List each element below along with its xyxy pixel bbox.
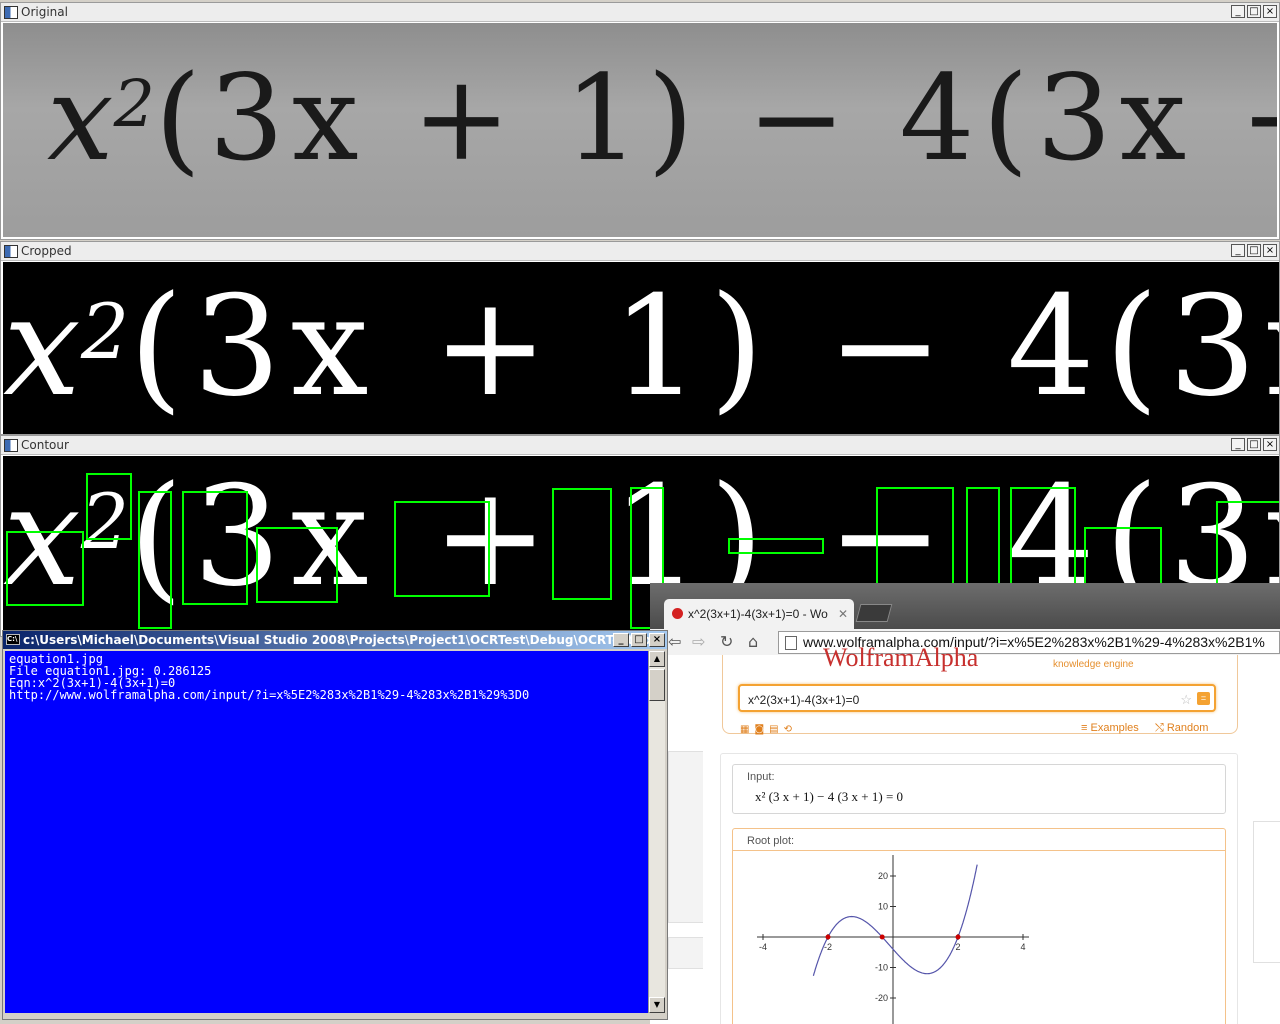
cropped-equation: x2(3x + 1) − 4(3x + [3,266,1279,427]
close-button[interactable]: × [1263,438,1277,451]
examples-link[interactable]: ≡ Examples [1081,722,1139,734]
maximize-button[interactable]: □ [1247,5,1261,18]
random-link[interactable]: ⤭ Random [1155,722,1208,735]
contour-box [6,531,84,606]
contour-window-titlebar[interactable]: Contour _ □ × [1,436,1279,455]
wolfram-logo[interactable]: WolframAlpha [823,643,978,673]
forward-icon[interactable]: ⇨ [692,632,705,651]
input-pod-expression: x² (3 x + 1) − 4 (3 x + 1) = 0 [755,789,904,804]
root-plot-pod: Root plot: -4 -2 2 4 20 10 -10 -20 [732,828,1226,1024]
window-app-icon [4,245,18,258]
root-marker [879,934,885,940]
minimize-button[interactable]: _ [1231,5,1245,18]
input-mode-icons[interactable]: ▦◙▤⟲ [740,724,797,735]
contour-box [256,527,338,603]
tab-close-icon[interactable]: ✕ [838,599,848,629]
wolfram-query-text: x^2(3x+1)-4(3x+1)=0 [748,693,860,707]
left-sidebar-panel [668,751,703,923]
window-app-icon [4,439,18,452]
close-button[interactable]: × [649,633,665,647]
root-marker [955,934,961,940]
window-app-icon [4,6,18,19]
browser-window: x^2(3x+1)-4(3x+1)=0 - Wo ✕ ⇦ ⇨ ↻ ⌂ www.w… [650,583,1280,1024]
y-tick-label: -20 [875,993,888,1003]
close-button[interactable]: × [1263,244,1277,257]
original-image: x2(3x + 1) − 4(3x + [3,23,1277,237]
contour-box [138,491,172,629]
root-plot-label: Root plot: [733,829,1225,851]
console-scrollbar[interactable]: ▲ ▼ [648,651,665,1013]
star-icon[interactable]: ☆ [1180,686,1192,714]
submit-equals-icon[interactable]: = [1197,692,1210,705]
console-window: C:\ c:\Users\Michael\Documents\Visual St… [2,630,668,1020]
minimize-button[interactable]: _ [1231,438,1245,451]
minimize-button[interactable]: _ [613,633,629,647]
y-tick-label: 20 [878,871,888,881]
browser-tabstrip: x^2(3x+1)-4(3x+1)=0 - Wo ✕ [650,583,1280,629]
wolfram-favicon-icon [672,608,683,619]
browser-tab-title: x^2(3x+1)-4(3x+1)=0 - Wo [688,607,828,621]
home-icon[interactable]: ⌂ [748,632,758,651]
contour-box [394,501,490,597]
y-tick-label: 10 [878,902,888,912]
x-tick-label: 2 [955,942,960,952]
original-window-titlebar[interactable]: Original _ □ × [1,3,1279,22]
contour-box [182,491,248,605]
console-titlebar[interactable]: C:\ c:\Users\Michael\Documents\Visual St… [3,631,667,649]
maximize-button[interactable]: □ [631,633,647,647]
wolfram-page: WolframAlpha knowledge engine x^2(3x+1)-… [650,643,1280,1024]
root-plot-chart: -4 -2 2 42010-10-20 [757,855,1029,1024]
contour-box [552,488,612,600]
x-tick-label: 4 [1020,942,1025,952]
original-equation: x2(3x + 1) − 4(3x + [47,49,1277,187]
wolfram-header: WolframAlpha knowledge engine x^2(3x+1)-… [722,643,1238,735]
right-sidebar-panel [1253,821,1280,963]
minimize-button[interactable]: _ [1231,244,1245,257]
browser-tab[interactable]: x^2(3x+1)-4(3x+1)=0 - Wo ✕ [664,599,854,629]
contour-window-title: Contour [21,438,69,452]
cropped-window-title: Cropped [21,244,72,258]
cropped-window: Cropped _□× x2(3x + 1) − 4(3x + [0,241,1280,435]
wolfram-query-input[interactable]: x^2(3x+1)-4(3x+1)=0 ☆ = [738,684,1216,712]
cropped-image: x2(3x + 1) − 4(3x + [3,262,1279,434]
x-tick-label: -4 [759,942,767,952]
contour-box [86,473,132,540]
back-icon[interactable]: ⇦ [668,632,681,651]
maximize-button[interactable]: □ [1247,244,1261,257]
original-window: Original _ □ × x2(3x + 1) − 4(3x + [0,2,1280,240]
close-button[interactable]: × [1263,5,1277,18]
console-line: http://www.wolframalpha.com/input/?i=x%5… [9,688,530,702]
left-sidebar-panel [668,937,703,969]
console-title: c:\Users\Michael\Documents\Visual Studio… [23,633,662,647]
page-icon [785,636,797,650]
scroll-thumb[interactable] [649,669,665,701]
console-output[interactable]: equation1.jpg File equation1.jpg: 0.2861… [5,651,649,1013]
scroll-down-icon[interactable]: ▼ [649,997,665,1013]
maximize-button[interactable]: □ [1247,438,1261,451]
input-pod: Input: x² (3 x + 1) − 4 (3 x + 1) = 0 [732,764,1226,814]
y-tick-label: -10 [875,963,888,973]
console-app-icon: C:\ [6,634,20,645]
root-marker [825,934,831,940]
contour-box [728,538,824,554]
reload-icon[interactable]: ↻ [720,632,733,651]
wolfram-tagline: knowledge engine [1053,659,1134,670]
input-pod-label: Input: [747,771,775,783]
new-tab-button[interactable] [855,604,893,622]
original-window-title: Original [21,5,68,19]
function-curve [812,864,978,976]
cropped-window-titlebar[interactable]: Cropped _ □ × [1,242,1279,261]
contour-box [1216,501,1279,597]
scroll-up-icon[interactable]: ▲ [649,651,665,667]
